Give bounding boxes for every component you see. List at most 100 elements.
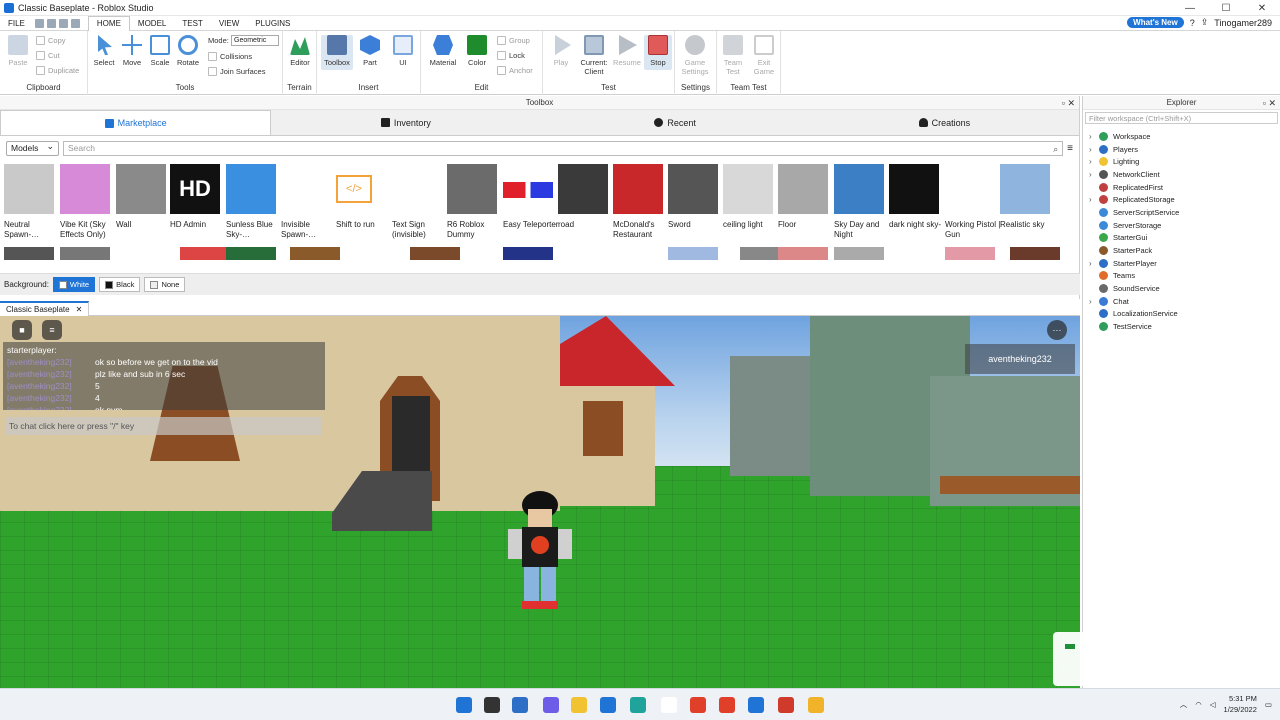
duplicate-button[interactable]: Duplicate [36,66,79,75]
menu-test[interactable]: TEST [174,16,210,31]
toolbox-item[interactable]: Sunless Blue Sky-… [226,164,282,240]
toolbox-item-thumbnail[interactable] [290,247,340,260]
toolbox-item-thumbnail[interactable] [4,247,54,260]
volume-icon[interactable]: ◁ [1210,700,1216,709]
move-tool[interactable]: Move [118,35,146,67]
explorer-node[interactable]: ReplicatedFirst [1083,181,1280,194]
tab-recent[interactable]: Recent [540,110,810,135]
expand-arrow-icon[interactable]: › [1089,195,1099,204]
maximize-button[interactable]: ☐ [1208,0,1244,16]
screen-recorder-widget[interactable] [1053,632,1109,686]
taskbar-task-view-icon[interactable] [512,697,528,713]
taskbar-studio-icon[interactable] [748,697,764,713]
toolbox-item[interactable]: ceiling light [723,164,779,230]
toolbox-item[interactable]: Sky Day and Night [834,164,890,240]
tab-classic-baseplate[interactable]: Classic Baseplate ✕ [0,300,90,316]
notification-icon[interactable]: ▭ [1265,700,1272,709]
explorer-node[interactable]: TestService [1083,320,1280,333]
menu-model[interactable]: MODEL [130,16,174,31]
play-button[interactable]: Play [547,35,575,67]
select-tool[interactable]: Select [90,35,118,67]
explorer-node[interactable]: SoundService [1083,282,1280,295]
expand-arrow-icon[interactable]: › [1089,259,1099,268]
menu-file[interactable]: FILE [0,16,33,31]
taskbar-chrome-icon[interactable] [719,697,735,713]
expand-arrow-icon[interactable]: › [1089,132,1099,141]
expand-arrow-icon[interactable]: › [1089,297,1099,306]
explorer-node[interactable]: LocalizationService [1083,308,1280,321]
chat-icon[interactable]: ≡ [42,320,62,340]
publish-icon[interactable] [46,18,56,28]
search-icon[interactable]: ⌕ [1053,143,1058,156]
toolbox-item-thumbnail[interactable] [503,247,553,260]
expand-arrow-icon[interactable]: › [1089,145,1099,154]
explorer-node[interactable]: StarterGui [1083,232,1280,245]
wifi-icon[interactable]: ◠ [1195,700,1202,709]
toolbox-item[interactable]: Sword [668,164,724,230]
resume-button[interactable]: Resume [613,35,641,67]
toolbox-item-thumbnail[interactable] [945,247,995,260]
minimize-button[interactable]: — [1172,0,1208,16]
chat-speaker[interactable]: [aventheking232] [7,368,89,380]
explorer-close-button[interactable]: ▫ ✕ [1263,96,1276,110]
clock[interactable]: 5:31 PM 1/29/2022 [1224,693,1257,715]
toolbox-button[interactable]: Toolbox [321,35,353,70]
taskbar-start-icon[interactable] [456,697,472,713]
chat-speaker[interactable]: [aventheking232] [7,356,89,368]
toolbox-close-button[interactable]: ▫ ✕ [1062,96,1075,110]
terrain-editor-button[interactable]: Editor [286,35,314,67]
whats-new-button[interactable]: What's New [1127,17,1184,28]
cut-button[interactable]: Cut [36,51,60,60]
explorer-node[interactable]: Teams [1083,270,1280,283]
part-button[interactable]: Part [356,35,384,67]
toolbox-item[interactable]: Neutral Spawn-… [4,164,60,240]
menu-plugins[interactable]: PLUGINS [247,16,298,31]
exit-game-button[interactable]: Exit Game [750,35,778,76]
toolbox-item[interactable]: Working Pistol | Gun [945,164,1001,240]
taskbar-mail-icon[interactable] [600,697,616,713]
ui-button[interactable]: UI [389,35,417,67]
explorer-node[interactable]: › Lighting [1083,155,1280,168]
current-client-button[interactable]: Current: Client [577,35,611,76]
category-dropdown[interactable]: Models [6,140,59,156]
chat-speaker[interactable]: [aventheking232] [7,404,89,410]
toolbox-item[interactable]: dark night sky- [889,164,945,230]
taskbar-search-icon[interactable] [484,697,500,713]
close-button[interactable]: ✕ [1244,0,1280,16]
toolbox-item-thumbnail[interactable] [226,247,276,260]
join-surfaces-toggle[interactable]: Join Surfaces [208,67,265,76]
explorer-node[interactable]: › NetworkClient [1083,168,1280,181]
tab-marketplace[interactable]: Marketplace [0,110,272,135]
taskbar-office-icon[interactable] [690,697,706,713]
close-icon[interactable]: ✕ [76,305,83,314]
mode-select[interactable]: Geometric [231,35,279,46]
anchor-button[interactable]: Anchor [497,66,533,75]
taskbar-recorder-icon[interactable] [778,697,794,713]
expand-arrow-icon[interactable]: › [1089,170,1099,179]
toolbox-item[interactable]: Floor [778,164,834,230]
material-button[interactable]: Material [429,35,457,67]
toolbox-item[interactable]: R6 Roblox Dummy [447,164,503,240]
explorer-node[interactable]: ServerScriptService [1083,206,1280,219]
toolbox-item[interactable]: Vibe Kit (Sky Effects Only) [60,164,116,240]
taskbar-chat-icon[interactable] [543,697,559,713]
team-test-button[interactable]: Team Test [719,35,747,76]
menu-view[interactable]: VIEW [211,16,247,31]
copy-button[interactable]: Copy [36,36,66,45]
chat-speaker[interactable]: [aventheking232] [7,380,89,392]
toolbox-item[interactable]: Text Sign (invisible) [392,164,448,240]
lock-button[interactable]: Lock [497,51,525,60]
explorer-node[interactable]: › Players [1083,143,1280,156]
more-options-icon[interactable]: ··· [1047,320,1067,340]
taskbar-explorer-icon[interactable] [571,697,587,713]
toolbox-item-thumbnail[interactable] [668,247,718,260]
explorer-node[interactable]: StarterPack [1083,244,1280,257]
collisions-toggle[interactable]: Collisions [208,52,252,61]
toolbox-item[interactable]: </> Shift to run [336,164,392,230]
toolbox-search-input[interactable]: Search ⌕ [63,140,1064,156]
undo-icon[interactable] [58,18,68,28]
roblox-menu-icon[interactable]: ■ [12,320,32,340]
toolbox-item-thumbnail[interactable] [180,247,230,260]
taskbar-folder-icon[interactable] [808,697,824,713]
explorer-node[interactable]: › Workspace [1083,130,1280,143]
